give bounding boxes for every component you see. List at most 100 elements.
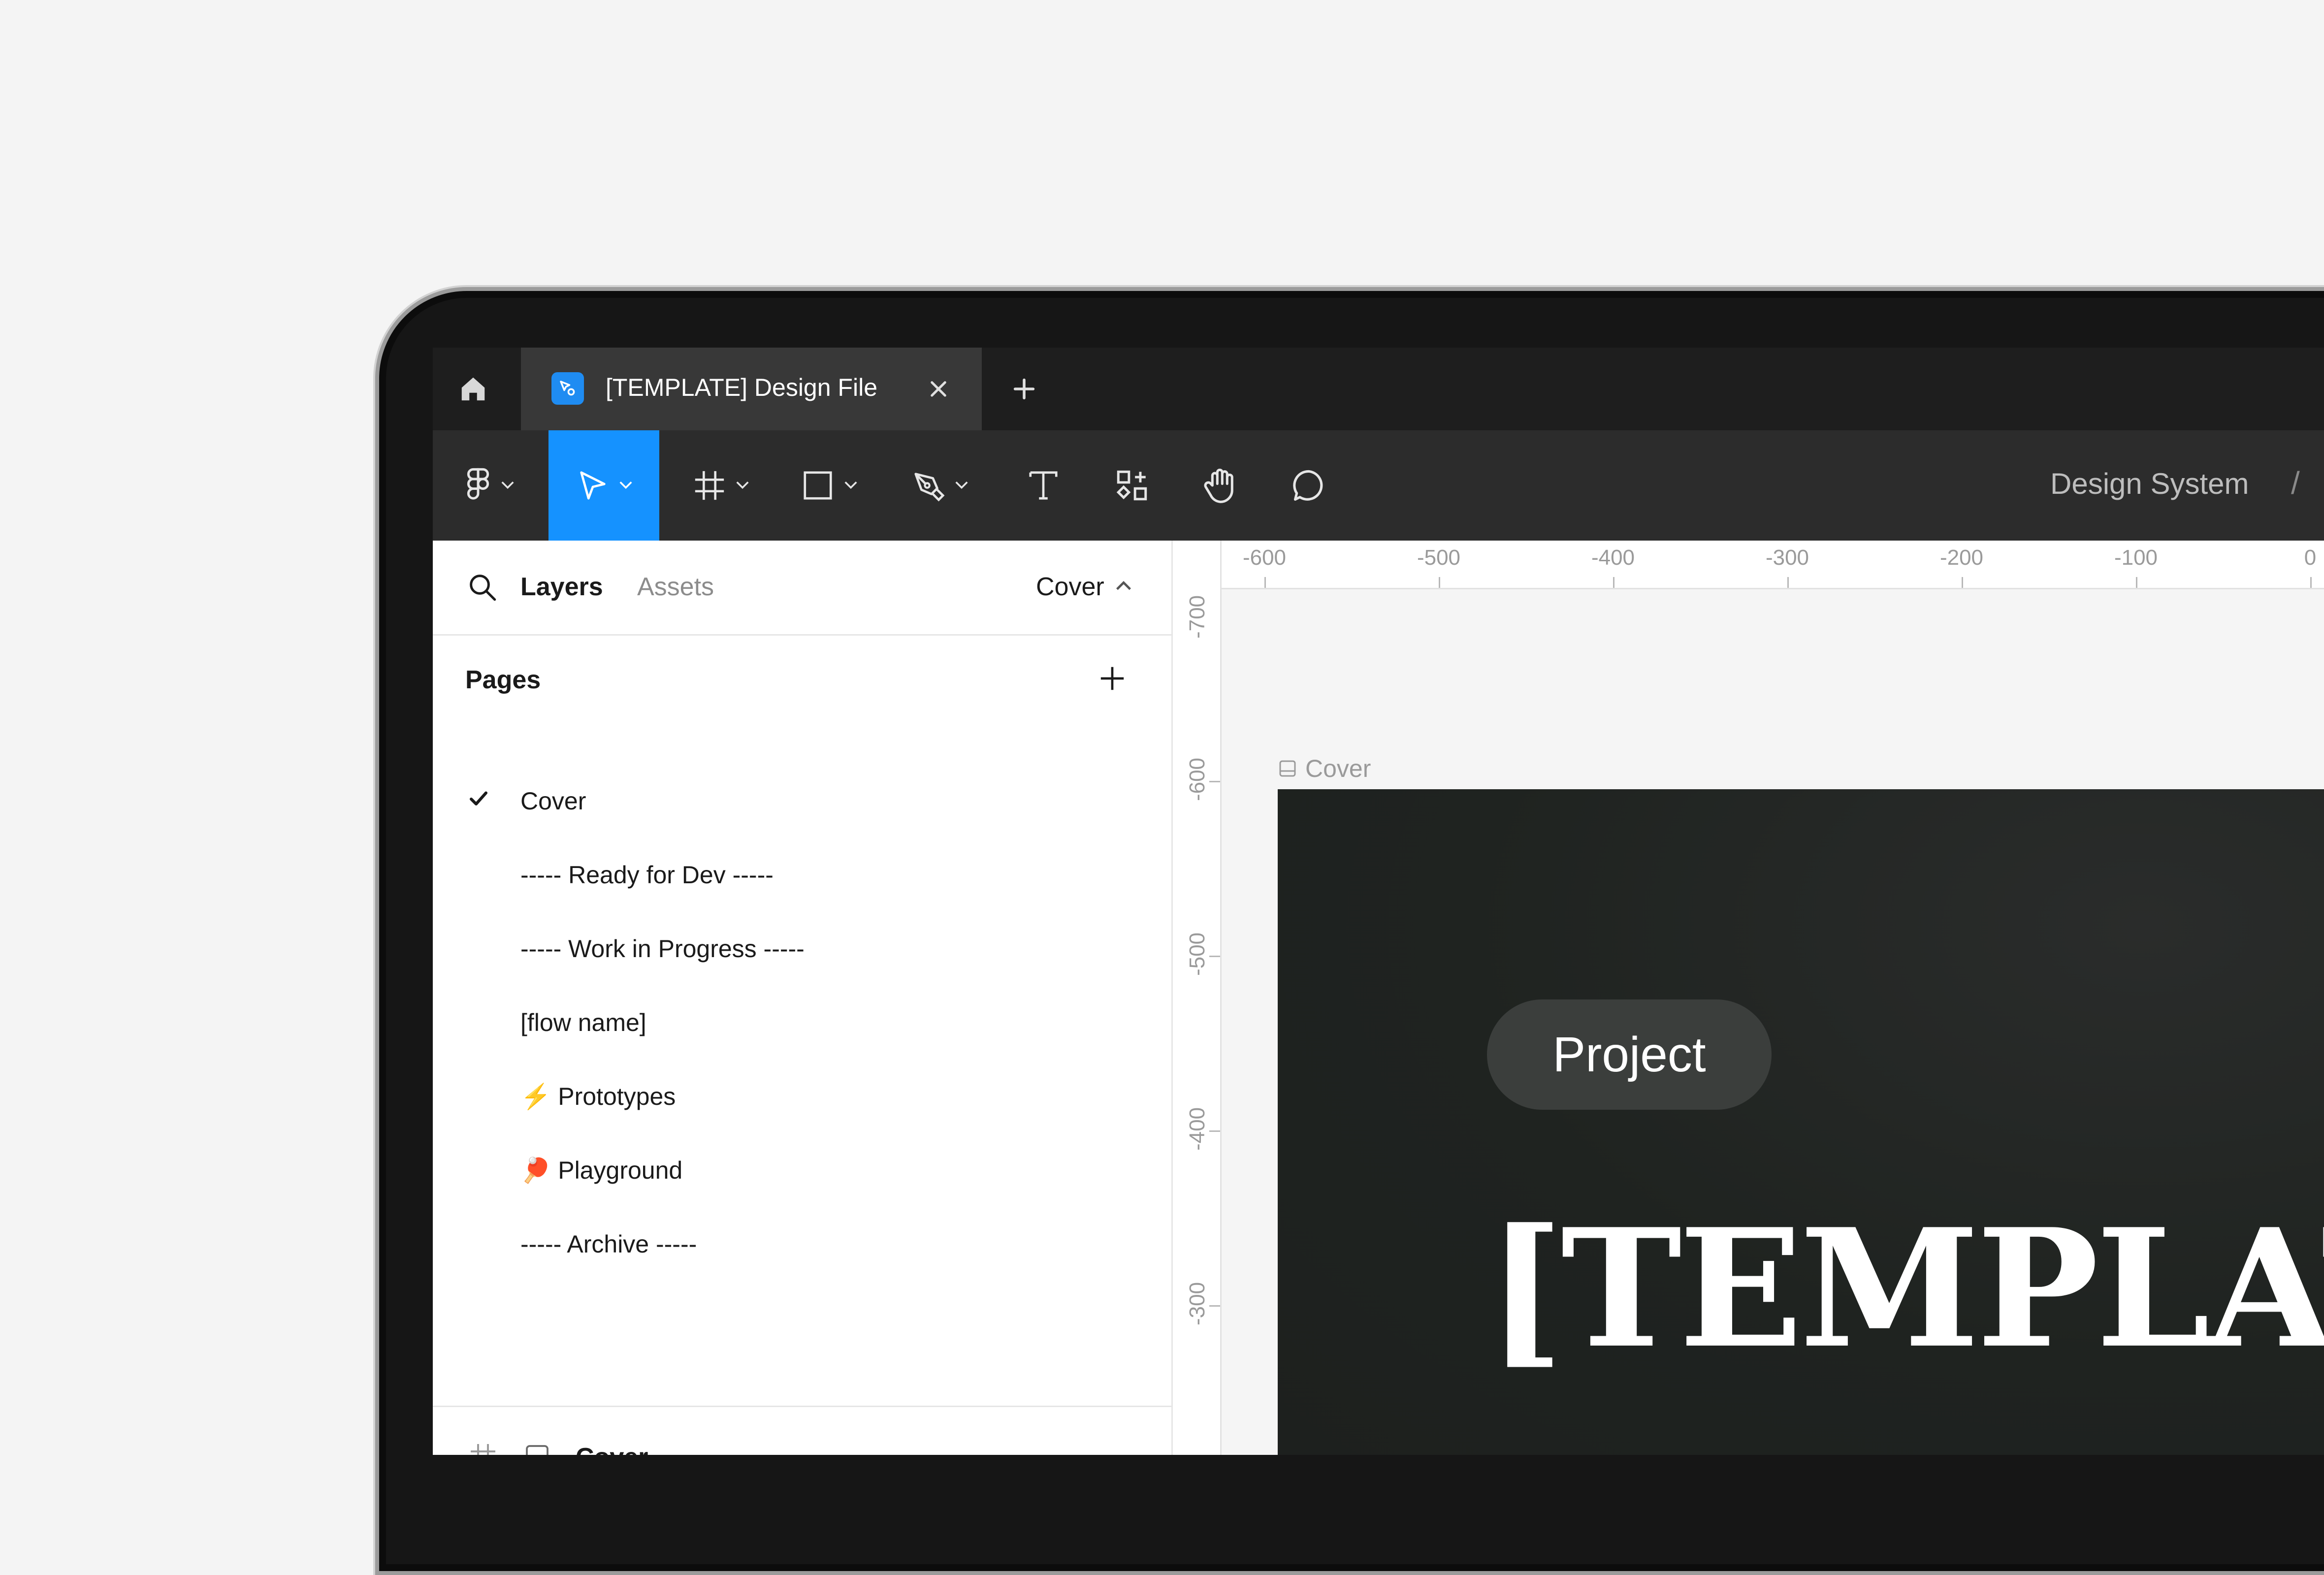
ruler-tick-label: -300 <box>1765 546 1809 570</box>
plus-icon <box>1013 378 1035 400</box>
toolbar: Design System / <box>433 430 2324 541</box>
page-item[interactable]: ----- Ready for Dev ----- <box>433 842 1171 906</box>
ruler-tick-label: -500 <box>1185 932 1209 976</box>
page-item[interactable]: ----- Work in Progress ----- <box>433 916 1171 980</box>
main-menu-button[interactable] <box>452 430 526 541</box>
hand-icon <box>1204 468 1233 503</box>
tab-assets[interactable]: Assets <box>637 572 714 602</box>
ruler-tick-label: -400 <box>1185 1107 1209 1151</box>
ruler-tick-label: -600 <box>1185 757 1209 802</box>
home-icon <box>461 377 485 401</box>
close-icon <box>931 381 946 397</box>
checkmark-icon <box>470 791 487 805</box>
panel-header: Layers Assets Cover <box>433 541 1171 636</box>
chevron-down-icon <box>955 481 968 489</box>
chevron-down-icon <box>619 481 632 489</box>
breadcrumb-separator: / <box>2291 465 2300 501</box>
lightning-icon: ⚡ <box>520 1083 551 1110</box>
ruler-tick-label: -600 <box>1242 546 1287 570</box>
page-item[interactable]: ----- Archive ----- <box>433 1211 1171 1275</box>
new-tab-button[interactable] <box>1003 368 1045 410</box>
frame-hash-icon <box>471 1444 495 1455</box>
page-label: ----- Work in Progress ----- <box>520 935 805 963</box>
current-page-selector[interactable]: Cover <box>1036 572 1104 602</box>
layer-name: Cover <box>576 1443 648 1455</box>
project-pill: Project <box>1487 999 1772 1110</box>
add-page-button[interactable] <box>1093 659 1132 698</box>
ruler-tick <box>1962 577 1963 588</box>
comment-tool[interactable] <box>1280 430 1339 541</box>
resources-tool[interactable] <box>1102 430 1162 541</box>
hand-tool[interactable] <box>1191 430 1250 541</box>
chevron-down-icon <box>501 481 514 489</box>
page-label: Cover <box>520 787 586 815</box>
ruler-tick-label: -100 <box>2114 546 2158 570</box>
ruler-tick <box>2136 577 2137 588</box>
page-item[interactable]: ⚡ Prototypes <box>433 1063 1171 1127</box>
page-label: ----- Ready for Dev ----- <box>520 861 774 889</box>
chevron-down-icon <box>844 481 857 489</box>
ruler-tick-label: -200 <box>1939 546 1984 570</box>
frame-label[interactable]: Cover <box>1278 754 1371 783</box>
figma-logo-icon <box>467 468 489 500</box>
design-file-icon <box>551 372 584 405</box>
ruler-tick-label: -300 <box>1185 1282 1209 1326</box>
canvas[interactable]: -600 -500 -400 -300 -200 -100 0 -700 -60… <box>1173 541 2324 1455</box>
page-label: Prototypes <box>558 1083 676 1110</box>
tab-bar: [TEMPLATE] Design File <box>433 348 2324 430</box>
pen-icon <box>914 473 945 502</box>
tab-title: [TEMPLATE] Design File <box>606 374 878 401</box>
ruler-tick <box>2310 577 2312 588</box>
vertical-ruler: -700 -600 -500 -400 -300 <box>1173 541 1222 1455</box>
frame-layout-icon <box>1279 760 1296 777</box>
horizontal-ruler: -600 -500 -400 -300 -200 -100 0 <box>1173 541 2324 589</box>
page-item[interactable]: [flow name] <box>433 990 1171 1054</box>
search-icon[interactable] <box>466 571 499 604</box>
layers-divider <box>433 1406 1171 1407</box>
ruler-tick <box>1613 577 1614 588</box>
page-item[interactable]: Cover <box>433 768 1171 832</box>
frame-hash-icon <box>695 471 724 500</box>
page-label-row: 🏓 Playground <box>520 1156 682 1185</box>
frame-tool[interactable] <box>684 430 758 541</box>
move-tool[interactable] <box>549 430 659 541</box>
tab-design-file[interactable]: [TEMPLATE] Design File <box>521 348 982 430</box>
ruler-tick-label: -500 <box>1417 546 1461 570</box>
ruler-tick <box>1209 1305 1220 1307</box>
text-t-icon <box>1029 471 1058 500</box>
ruler-tick <box>1209 781 1220 782</box>
ping-pong-icon: 🏓 <box>520 1157 551 1184</box>
cover-frame[interactable]: Project [TEMPLATE] <box>1278 789 2324 1455</box>
rectangle-icon <box>804 471 832 500</box>
tab-layers[interactable]: Layers <box>520 572 603 602</box>
plus-icon <box>1100 667 1124 690</box>
frame-label-text: Cover <box>1305 755 1371 782</box>
page-label-row: ⚡ Prototypes <box>520 1082 676 1111</box>
page-item[interactable]: 🏓 Playground <box>433 1137 1171 1201</box>
chevron-up-icon[interactable] <box>1114 576 1133 596</box>
components-icon <box>1116 470 1147 501</box>
shape-tool[interactable] <box>792 430 866 541</box>
comment-bubble-icon <box>1293 470 1323 501</box>
text-tool[interactable] <box>1014 430 1073 541</box>
ruler-tick <box>1439 577 1440 588</box>
ruler-tick-label: 0 <box>2304 546 2317 570</box>
ruler-tick <box>1209 956 1220 957</box>
ruler-tick <box>1264 577 1266 588</box>
page-label: ----- Archive ----- <box>520 1230 697 1258</box>
close-tab-button[interactable] <box>920 370 957 408</box>
home-button[interactable] <box>452 368 494 410</box>
breadcrumb-project[interactable]: Design System <box>2050 467 2249 501</box>
frame-layout-icon <box>526 1445 549 1455</box>
ruler-tick-label: -400 <box>1591 546 1635 570</box>
left-panel: Layers Assets Cover Pages Cover ----- Re… <box>433 541 1173 1455</box>
page-label: [flow name] <box>520 1009 646 1036</box>
layer-row[interactable]: Cover <box>433 1427 1171 1455</box>
ruler-tick <box>1787 577 1789 588</box>
cursor-arrow-icon <box>580 471 606 500</box>
cover-title: [TEMPLATE] <box>1487 1193 2324 1384</box>
chevron-down-icon <box>736 481 749 489</box>
ruler-tick <box>1209 1130 1220 1132</box>
pages-heading: Pages <box>465 666 541 694</box>
pen-tool[interactable] <box>903 430 977 541</box>
